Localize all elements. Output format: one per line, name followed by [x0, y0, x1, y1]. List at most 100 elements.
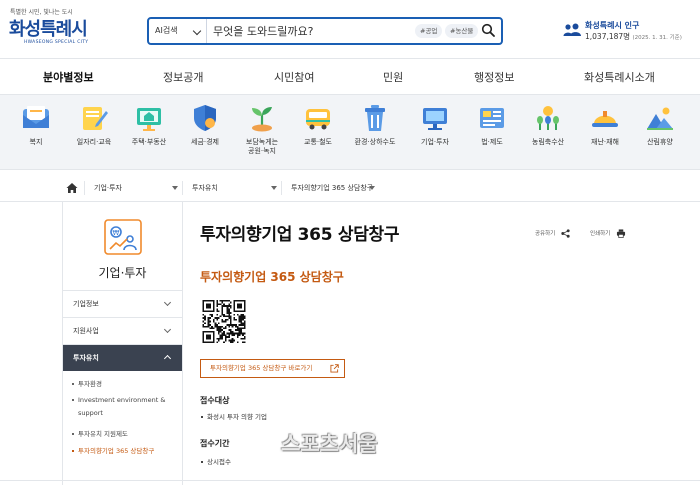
- chevron-down-icon: [192, 26, 202, 36]
- sidebar-item-label: 투자유치: [73, 354, 99, 362]
- print-icon: [616, 229, 626, 238]
- watermark-text: 스포츠서울: [281, 432, 378, 456]
- helmet-icon: [592, 111, 618, 127]
- monitor-icon: [423, 108, 447, 130]
- category-label: 복지: [29, 138, 43, 146]
- shortcut-link-button[interactable]: 투자의향기업 365 상담창구 바로가기: [200, 359, 345, 378]
- sidebar-item-investment[interactable]: 투자유치: [63, 344, 182, 371]
- chevron-up-icon: [163, 354, 172, 363]
- trash-icon: [365, 105, 385, 131]
- category-label: 보담녹게는 공원·녹지: [245, 138, 279, 155]
- main-nav: 분야별정보 정보공개 시민참여 민원 행정정보 화성특례시소개: [0, 58, 700, 95]
- shield-icon: [194, 105, 216, 131]
- sidebar: ₩ 기업·투자 기업정보 지원사업 투자유치 투자환경 Investment e…: [62, 202, 183, 485]
- category-parks[interactable]: 보담녹게는 공원·녹지: [232, 103, 292, 156]
- search-icon[interactable]: [481, 23, 495, 37]
- category-label: 기업·투자: [421, 138, 449, 146]
- category-label: 환경·상하수도: [354, 138, 396, 146]
- mountain-icon: [647, 107, 673, 130]
- caret-down-icon[interactable]: [369, 186, 375, 190]
- category-tax[interactable]: 세금·경제: [175, 103, 235, 147]
- sidebar-item-support[interactable]: 지원사업: [63, 317, 182, 344]
- sidebar-item-label: 기업정보: [73, 300, 99, 308]
- nav-item-about[interactable]: 화성특례시소개: [584, 69, 655, 85]
- sidebar-title: 기업·투자: [98, 266, 147, 280]
- category-housing[interactable]: 주택·부동산: [119, 103, 179, 147]
- share-button[interactable]: 공유하기: [535, 229, 573, 241]
- category-strip: 복지 일자리·교육 주택·부동산 세금·경제 보담녹게는 공원·녹지 교통·철도…: [0, 95, 700, 170]
- people-icon: [563, 23, 581, 36]
- print-button[interactable]: 인쇄하기: [590, 229, 630, 241]
- nav-item-fields[interactable]: 분야별정보: [43, 69, 94, 85]
- site-logo[interactable]: 특별한 시민, 빛나는 도시 화성특례시 HWASEONG SPECIAL CI…: [6, 7, 92, 47]
- category-label: 일자리·교육: [76, 138, 112, 146]
- breadcrumb-divider: [281, 181, 282, 195]
- breadcrumb-item[interactable]: 투자유치: [192, 183, 218, 193]
- sidebar-subitem-active[interactable]: 투자의향기업 365 상담창구: [72, 445, 176, 458]
- section-list-item: 화성시 투자 의향 기업: [201, 411, 267, 421]
- qr-code-image: [202, 300, 246, 343]
- crops-icon: [537, 106, 559, 130]
- section-list-item: 상시접수: [201, 456, 231, 466]
- breadcrumb-divider: [182, 181, 183, 195]
- breadcrumb-item[interactable]: 기업·투자: [94, 183, 122, 193]
- category-agriculture[interactable]: 농림축수산: [518, 103, 578, 147]
- nav-item-participation[interactable]: 시민참여: [274, 69, 314, 85]
- chevron-down-icon: [163, 298, 172, 307]
- population-value: 1,037,187명 (2025. 1. 31. 기준): [585, 32, 682, 41]
- sidebar-subitem[interactable]: Investment environment & support: [72, 394, 176, 420]
- document-icon: [480, 108, 504, 128]
- category-label: 산림휴양: [647, 138, 673, 146]
- share-label: 공유하기: [535, 231, 556, 237]
- sidebar-header: ₩ 기업·투자: [63, 202, 182, 290]
- logo-subtitle: HWASEONG SPECIAL CITY: [24, 40, 89, 45]
- category-label: 주택·부동산: [131, 138, 167, 146]
- category-welfare[interactable]: 복지: [6, 103, 66, 147]
- sprout-icon: [252, 107, 272, 132]
- breadcrumb-divider: [84, 181, 85, 195]
- sidebar-item-label: 지원사업: [73, 327, 99, 335]
- sidebar-subitem[interactable]: 투자유치 지원제도: [72, 428, 176, 441]
- population-info: 화성특례시 인구 1,037,187명 (2025. 1. 31. 기준): [563, 19, 693, 43]
- section-heading: 접수대상: [200, 396, 230, 405]
- category-transport[interactable]: 교통·철도: [288, 103, 348, 147]
- print-label: 인쇄하기: [590, 231, 611, 237]
- section-heading: 접수기간: [200, 439, 230, 448]
- category-jobs[interactable]: 일자리·교육: [64, 103, 124, 147]
- caret-down-icon[interactable]: [172, 186, 178, 190]
- house-board-icon: [137, 108, 161, 131]
- sidebar-subitem[interactable]: 투자환경: [72, 378, 176, 391]
- search-bar: AI검색 #공업 #농산물: [147, 17, 503, 45]
- breadcrumb: 기업·투자 투자유치 투자의향기업 365 상담창구: [0, 175, 700, 202]
- nav-item-admin[interactable]: 행정정보: [474, 69, 514, 85]
- home-icon: [66, 183, 78, 193]
- category-label: 법·제도: [481, 138, 503, 146]
- category-disaster[interactable]: 재난·재해: [575, 103, 635, 147]
- category-forest[interactable]: 산림휴양: [630, 103, 690, 147]
- population-title: 화성특례시 인구: [585, 21, 640, 30]
- category-label: 재난·재해: [591, 138, 619, 146]
- breadcrumb-current[interactable]: 투자의향기업 365 상담창구: [291, 183, 373, 193]
- category-law[interactable]: 법·제도: [462, 103, 522, 147]
- share-icon: [561, 229, 570, 238]
- mail-icon: [23, 106, 49, 128]
- divider: [0, 480, 700, 481]
- category-environment[interactable]: 환경·상하수도: [345, 103, 405, 147]
- home-button[interactable]: [60, 175, 84, 201]
- nav-item-disclosure[interactable]: 정보공개: [163, 69, 203, 85]
- category-label: 세금·경제: [191, 138, 219, 146]
- category-business[interactable]: 기업·투자: [405, 103, 465, 147]
- bus-icon: [306, 109, 330, 130]
- search-tag[interactable]: #공업: [415, 24, 443, 38]
- search-scope-select[interactable]: AI검색: [149, 19, 207, 43]
- sidebar-item-company-info[interactable]: 기업정보: [63, 290, 182, 317]
- section-title: 투자의향기업 365 상담창구: [200, 270, 344, 284]
- nav-item-civil[interactable]: 민원: [383, 69, 403, 85]
- notebook-pencil-icon: [83, 107, 108, 130]
- search-tag[interactable]: #농산물: [445, 24, 479, 38]
- chevron-down-icon: [163, 325, 172, 334]
- caret-down-icon[interactable]: [271, 186, 277, 190]
- search-scope-label: AI검색: [155, 26, 178, 35]
- external-link-icon: [330, 364, 339, 373]
- search-input[interactable]: [213, 22, 393, 40]
